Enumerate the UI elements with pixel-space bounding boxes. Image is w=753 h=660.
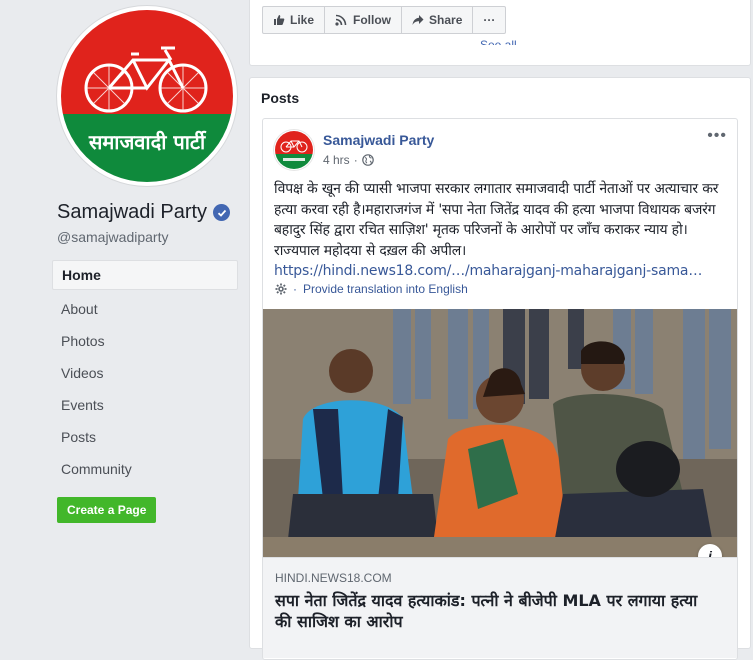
sidebar-item-photos[interactable]: Photos xyxy=(52,325,238,357)
page-handle: @samajwadiparty xyxy=(57,229,169,245)
posts-section-title: Posts xyxy=(261,90,300,106)
thumbs-up-icon xyxy=(274,15,285,25)
post-timestamp[interactable]: 4 hrs xyxy=(323,153,350,167)
post-author-avatar[interactable] xyxy=(274,130,314,170)
post-options-button[interactable]: ••• xyxy=(707,127,727,145)
posts-section: Posts Samajwadi Party 4 hrs · ••• विपक्ष… xyxy=(249,77,751,660)
sidebar-item-videos[interactable]: Videos xyxy=(52,357,238,389)
sidebar-item-posts[interactable]: Posts xyxy=(52,421,238,453)
page-name-text: Samajwadi Party xyxy=(57,201,208,223)
post-meta: 4 hrs · xyxy=(323,153,374,167)
link-preview-image[interactable] xyxy=(263,309,737,557)
sidebar-item-events[interactable]: Events xyxy=(52,389,238,421)
sidebar-item-about[interactable]: About xyxy=(52,293,238,325)
globe-icon[interactable] xyxy=(361,154,374,166)
page-profile-picture[interactable]: समाजवादी पार्टी xyxy=(57,6,237,186)
link-preview-title[interactable]: सपा नेता जितेंद्र यादव हत्याकांड: पत्नी … xyxy=(275,590,715,632)
sidebar-item-home[interactable]: Home xyxy=(52,260,238,290)
more-dots-icon: ··· xyxy=(483,13,496,27)
see-all-link[interactable]: See all xyxy=(480,38,517,45)
page-actions-card: Like Follow Share ··· See all xyxy=(249,0,751,66)
share-label: Share xyxy=(429,13,463,27)
link-preview-card[interactable]: HINDI.NEWS18.COM सपा नेता जितेंद्र यादव … xyxy=(263,557,737,658)
follow-label: Follow xyxy=(353,13,392,27)
gear-icon xyxy=(275,283,287,295)
separator-dot: · xyxy=(293,282,297,296)
like-label: Like xyxy=(290,13,315,27)
post-author-name[interactable]: Samajwadi Party xyxy=(323,132,434,148)
page-sidebar-nav: Home About Photos Videos Events Posts Co… xyxy=(52,260,238,485)
post-message-text: विपक्ष के खून की प्यासी भाजपा सरकार लगात… xyxy=(274,181,719,259)
logo-text: समाजवादी पार्टी xyxy=(88,130,207,154)
samajwadi-party-logo: समाजवादी पार्टी xyxy=(61,10,233,182)
translation-prompt[interactable]: · Provide translation into English xyxy=(275,282,468,296)
translate-link[interactable]: Provide translation into English xyxy=(303,282,468,296)
post-message: विपक्ष के खून की प्यासी भाजपा सरकार लगात… xyxy=(274,179,728,282)
like-button[interactable]: Like xyxy=(262,6,326,34)
post-card: Samajwadi Party 4 hrs · ••• विपक्ष के खू… xyxy=(262,118,738,660)
page-action-bar: Like Follow Share ··· xyxy=(262,6,507,34)
post-link[interactable]: https://hindi.news18.com/…/maharajganj-m… xyxy=(274,261,704,282)
more-actions-button[interactable]: ··· xyxy=(472,6,507,34)
samajwadi-party-logo xyxy=(275,131,313,169)
link-preview-domain: HINDI.NEWS18.COM xyxy=(275,571,392,585)
verified-badge-icon xyxy=(213,204,231,221)
sidebar-item-community[interactable]: Community xyxy=(52,453,238,485)
page-name[interactable]: Samajwadi Party xyxy=(57,201,231,224)
separator-dot: · xyxy=(353,153,358,167)
share-button[interactable]: Share xyxy=(401,6,474,34)
follow-button[interactable]: Follow xyxy=(324,6,403,34)
news-photo-people-grieving xyxy=(263,309,737,557)
share-arrow-icon xyxy=(412,15,424,25)
create-page-button[interactable]: Create a Page xyxy=(57,497,157,523)
rss-follow-icon xyxy=(335,14,347,26)
